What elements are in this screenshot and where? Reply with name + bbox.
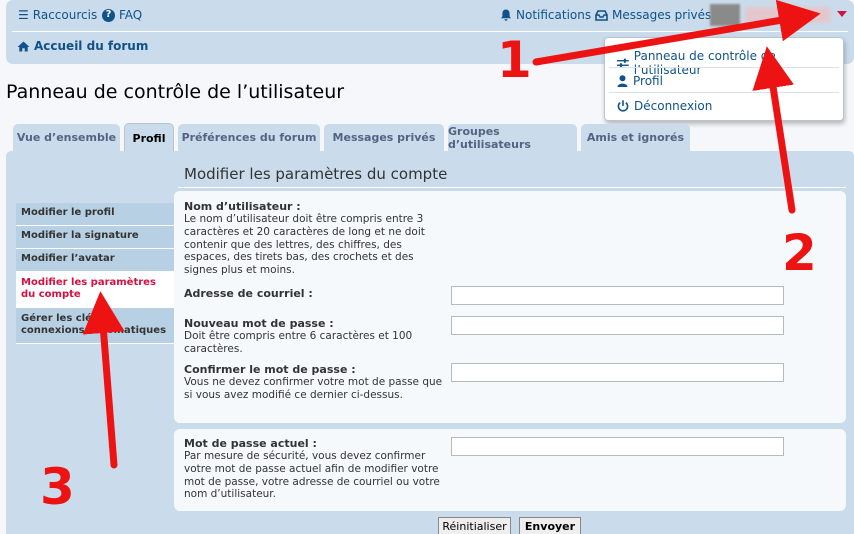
annotation-number-2: 2 — [782, 224, 817, 282]
arrow-1 — [532, 0, 821, 66]
annotation-number-1: 1 — [497, 31, 532, 89]
arrow-3 — [82, 291, 125, 469]
arrow-2 — [752, 46, 796, 214]
annotation-arrows — [82, 0, 821, 469]
annotation-number-3: 3 — [40, 458, 75, 516]
